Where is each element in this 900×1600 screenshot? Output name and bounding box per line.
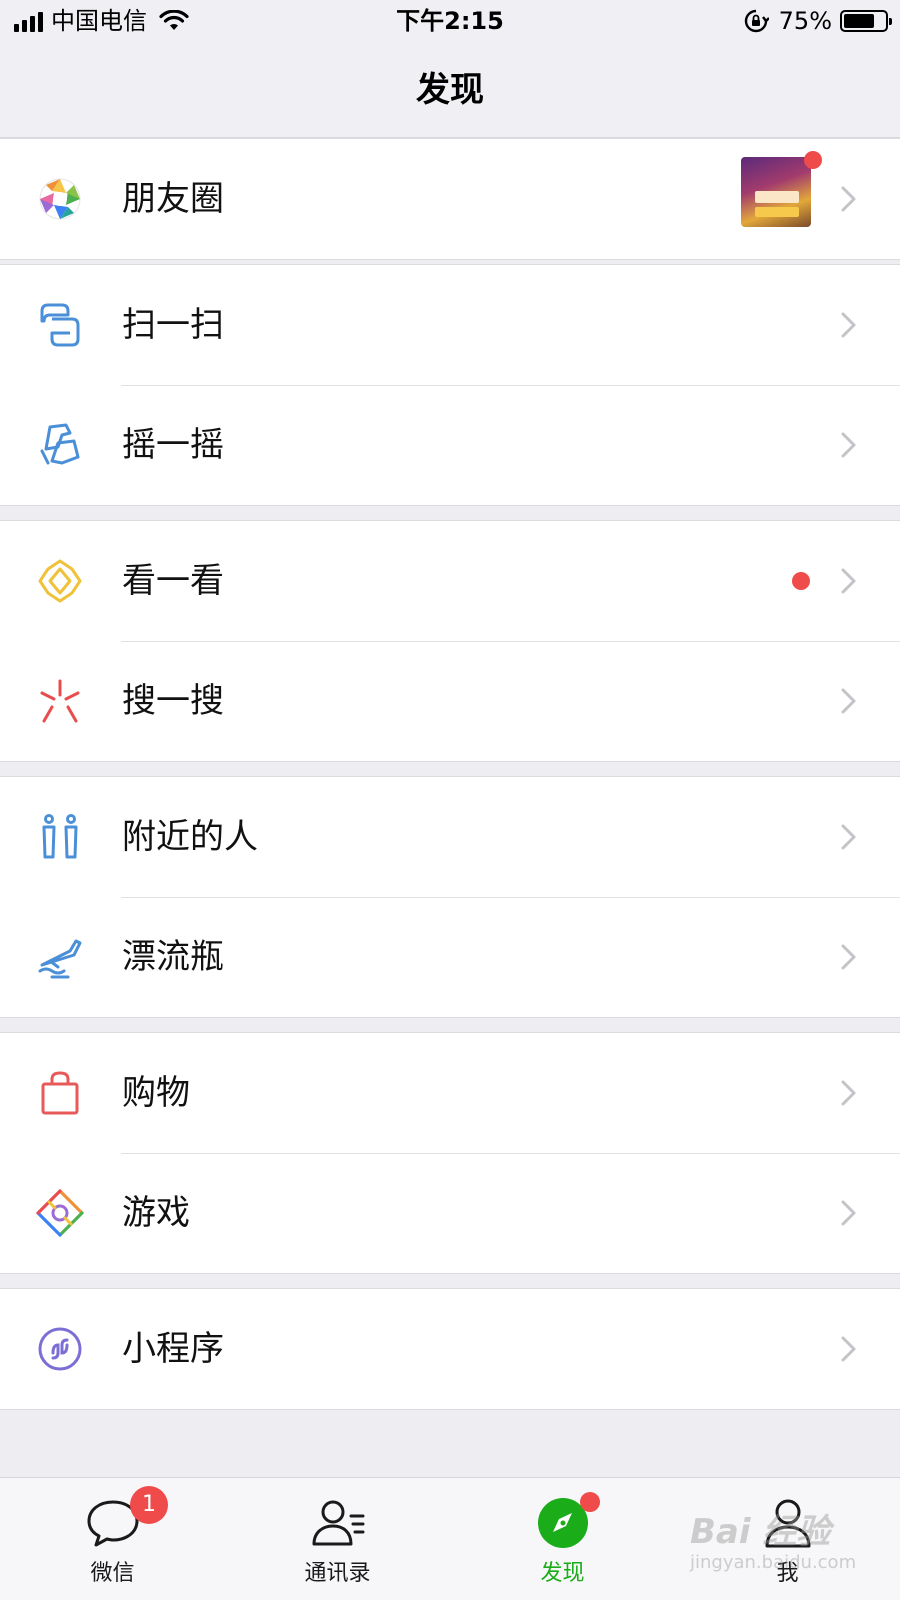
menu-item-moments[interactable]: 朋友圈 (0, 139, 900, 259)
menu-item-shake[interactable]: 摇一摇 (0, 385, 900, 505)
menu-item-label: 漂流瓶 (122, 937, 224, 977)
menu-group-nearby-bottle: 附近的人 漂流瓶 (0, 776, 900, 1018)
shopping-bag-icon (41, 1071, 79, 1115)
menu-item-shopping[interactable]: 购物 (0, 1033, 900, 1153)
watermark-sub: jingyan.baidu.com (690, 1552, 857, 1573)
top-stories-red-dot (792, 572, 810, 590)
chevron-right-icon (841, 312, 856, 338)
top-stories-icon (38, 559, 82, 603)
tab-chats[interactable]: 1 微信 (0, 1478, 225, 1600)
menu-item-scan[interactable]: 扫一扫 (0, 265, 900, 385)
scan-icon (40, 303, 80, 347)
moments-badge-dot (804, 151, 822, 169)
shake-icon (40, 423, 80, 465)
menu-item-label: 游戏 (122, 1193, 190, 1233)
tab-label: 发现 (540, 1561, 585, 1586)
menu-item-label: 搜一搜 (122, 681, 224, 721)
menu-item-label: 看一看 (122, 561, 224, 601)
menu-item-label: 购物 (122, 1073, 190, 1113)
menu-group-shopping-games: 购物 游戏 (0, 1032, 900, 1274)
menu-item-mini-programs[interactable]: 小程序 (0, 1289, 900, 1409)
drift-bottle-icon (38, 939, 82, 979)
menu-item-people-nearby[interactable]: 附近的人 (0, 777, 900, 897)
menu-item-top-stories[interactable]: 看一看 (0, 521, 900, 641)
search-icon (40, 679, 80, 723)
unread-badge: 1 (130, 1486, 168, 1524)
menu-item-label: 小程序 (122, 1329, 224, 1369)
menu-item-label: 朋友圈 (122, 179, 224, 219)
discover-red-dot (580, 1492, 600, 1512)
chevron-right-icon (841, 568, 856, 594)
tab-contacts[interactable]: 通讯录 (225, 1478, 450, 1600)
people-nearby-icon (42, 814, 78, 859)
menu-group-mini-programs: 小程序 (0, 1288, 900, 1410)
menu-item-label: 摇一摇 (122, 425, 224, 465)
moments-icon (39, 178, 81, 220)
battery-fill (844, 14, 874, 28)
chevron-right-icon (841, 432, 856, 458)
menu-item-label: 扫一扫 (122, 305, 224, 345)
chevron-right-icon (841, 824, 856, 850)
contacts-icon (312, 1500, 365, 1546)
page-title: 发现 (416, 70, 484, 110)
battery-icon (840, 10, 892, 32)
menu-item-drift-bottle[interactable]: 漂流瓶 (0, 897, 900, 1017)
mini-programs-icon (38, 1327, 82, 1371)
games-icon (36, 1189, 84, 1237)
menu-group-moments: 朋友圈 (0, 138, 900, 260)
menu-group-stories-search: 看一看 搜一搜 (0, 520, 900, 762)
status-bar: 中国电信 下午2:15 75% (0, 0, 900, 44)
chevron-right-icon (841, 1200, 856, 1226)
chevron-right-icon (841, 944, 856, 970)
menu-item-label: 附近的人 (122, 817, 258, 857)
chevron-right-icon (841, 186, 856, 212)
nav-bar: 发现 (0, 44, 900, 138)
rotation-lock-icon (744, 9, 769, 33)
menu-item-search[interactable]: 搜一搜 (0, 641, 900, 761)
watermark: Bai 经验 jingyan.baidu.com (690, 1512, 860, 1582)
moments-thumbnail (741, 157, 811, 227)
chevron-right-icon (841, 1080, 856, 1106)
watermark-main: Bai 经验 (690, 1512, 831, 1552)
tab-label: 微信 (90, 1561, 135, 1586)
status-right: 75% (743, 6, 892, 36)
tab-label: 通讯录 (304, 1561, 371, 1586)
chevron-right-icon (841, 1336, 856, 1362)
tab-discover[interactable]: 发现 (450, 1478, 675, 1600)
menu-item-games[interactable]: 游戏 (0, 1153, 900, 1273)
battery-percent: 75% (778, 7, 832, 35)
menu-group-scan-shake: 扫一扫 摇一摇 (0, 264, 900, 506)
chevron-right-icon (841, 688, 856, 714)
